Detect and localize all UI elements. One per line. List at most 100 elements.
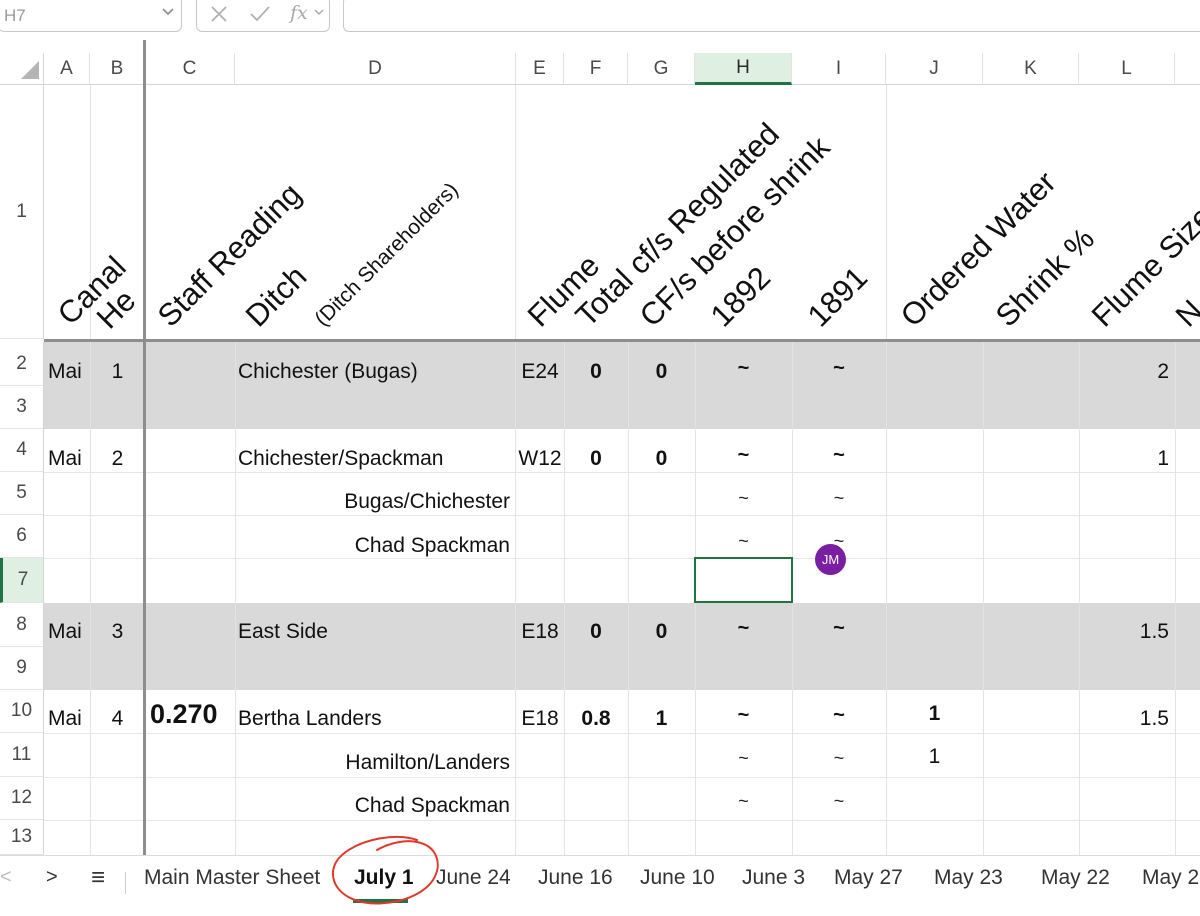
- cell-g4[interactable]: 0: [628, 448, 695, 469]
- cell-g10[interactable]: 1: [628, 708, 695, 729]
- cell-h12[interactable]: ~: [695, 792, 792, 810]
- row-header-11[interactable]: 11: [0, 733, 44, 777]
- column-header-d[interactable]: D: [235, 53, 516, 85]
- cell-l2[interactable]: 2: [1079, 361, 1169, 382]
- tab-june-3[interactable]: June 3: [742, 866, 805, 890]
- cell-b4[interactable]: 2: [90, 448, 145, 469]
- cell-d5[interactable]: Bugas/Chichester: [238, 491, 510, 512]
- column-header-i[interactable]: I: [792, 53, 886, 85]
- row-header-9[interactable]: 9: [0, 647, 44, 690]
- cell-b2[interactable]: 1: [90, 361, 145, 382]
- cell-d4[interactable]: Chichester/Spackman: [238, 448, 443, 469]
- cell-h2[interactable]: ~: [695, 358, 792, 378]
- column-header-a[interactable]: A: [44, 53, 90, 85]
- cell-h6[interactable]: ~: [695, 532, 792, 550]
- cell-l4[interactable]: 1: [1079, 448, 1169, 469]
- select-all-button[interactable]: [0, 53, 44, 85]
- column-header-e[interactable]: E: [516, 53, 564, 85]
- cell-c10-staff-reading[interactable]: 0.270: [150, 701, 218, 728]
- row-header-10[interactable]: 10: [0, 690, 44, 733]
- column-header-j[interactable]: J: [886, 53, 983, 85]
- sheet-menu-icon[interactable]: ≡: [91, 864, 105, 892]
- selected-cell-h7[interactable]: [694, 557, 793, 603]
- cell-f4[interactable]: 0: [564, 448, 628, 469]
- formula-input[interactable]: [343, 0, 1200, 32]
- cell-h10[interactable]: ~: [695, 705, 792, 725]
- tab-may-23[interactable]: May 23: [934, 866, 1003, 890]
- cell-i12[interactable]: ~: [792, 792, 886, 810]
- grid-line: [44, 558, 1200, 559]
- cell-f10[interactable]: 0.8: [564, 708, 628, 729]
- collaborator-avatar[interactable]: JM: [815, 544, 846, 575]
- cell-f2[interactable]: 0: [564, 361, 628, 382]
- cell-h11[interactable]: ~: [695, 749, 792, 767]
- name-box[interactable]: [0, 0, 182, 32]
- cell-g2[interactable]: 0: [628, 361, 695, 382]
- cell-i11[interactable]: ~: [792, 749, 886, 767]
- cell-d6[interactable]: Chad Spackman: [238, 535, 510, 556]
- tab-june-24[interactable]: June 24: [436, 866, 511, 890]
- cell-a4[interactable]: Mai: [48, 448, 82, 469]
- row-header-1[interactable]: 1: [0, 85, 44, 339]
- cell-b10[interactable]: 4: [90, 708, 145, 729]
- cell-b8[interactable]: 3: [90, 621, 145, 642]
- column-header-m[interactable]: [1175, 53, 1200, 85]
- cell-d8[interactable]: East Side: [238, 621, 328, 642]
- cell-e10[interactable]: E18: [516, 708, 564, 729]
- row-header-7[interactable]: 7: [0, 558, 44, 603]
- chevron-down-icon[interactable]: [313, 5, 325, 23]
- cell-a8[interactable]: Mai: [48, 621, 82, 642]
- cell-a2[interactable]: Mai: [48, 361, 82, 382]
- cell-g8[interactable]: 0: [628, 621, 695, 642]
- tab-june-16[interactable]: June 16: [538, 866, 613, 890]
- cell-f8[interactable]: 0: [564, 621, 628, 642]
- row-header-2[interactable]: 2: [0, 342, 44, 386]
- cell-h4[interactable]: ~: [695, 445, 792, 465]
- column-header-c[interactable]: C: [145, 53, 235, 85]
- function-icon[interactable]: fx: [290, 2, 308, 24]
- chevron-down-icon[interactable]: [160, 4, 176, 23]
- tab-may-27[interactable]: May 27: [834, 866, 903, 890]
- confirm-icon[interactable]: [248, 2, 272, 32]
- cell-a10[interactable]: Mai: [48, 708, 82, 729]
- tab-nav-next-icon[interactable]: >: [46, 866, 58, 889]
- cell-d2[interactable]: Chichester (Bugas): [238, 361, 418, 382]
- column-header-l[interactable]: L: [1079, 53, 1175, 85]
- cell-d10[interactable]: Bertha Landers: [238, 708, 382, 729]
- row-header-12[interactable]: 12: [0, 777, 44, 820]
- tab-nav-prev-icon[interactable]: <: [0, 866, 12, 889]
- cell-d12[interactable]: Chad Spackman: [238, 795, 510, 816]
- cell-h8[interactable]: ~: [695, 618, 792, 638]
- tab-june-10[interactable]: June 10: [640, 866, 715, 890]
- cell-i2[interactable]: ~: [792, 358, 886, 378]
- tab-may-2[interactable]: May 2: [1142, 866, 1199, 890]
- column-header-h[interactable]: H: [695, 53, 792, 85]
- tab-may-22[interactable]: May 22: [1041, 866, 1110, 890]
- row-header-3[interactable]: 3: [0, 386, 44, 429]
- tab-main-master-sheet[interactable]: Main Master Sheet: [144, 866, 320, 890]
- column-header-k[interactable]: K: [983, 53, 1079, 85]
- row-header-4[interactable]: 4: [0, 429, 44, 472]
- cell-i8[interactable]: ~: [792, 618, 886, 638]
- row-header-13[interactable]: 13: [0, 820, 44, 855]
- column-header-b[interactable]: B: [90, 53, 145, 85]
- cell-e4[interactable]: W12: [516, 448, 564, 469]
- cell-i4[interactable]: ~: [792, 445, 886, 465]
- cell-e8[interactable]: E18: [516, 621, 564, 642]
- cell-j11[interactable]: 1: [886, 746, 983, 767]
- cell-l10[interactable]: 1.5: [1079, 708, 1169, 729]
- cell-e2[interactable]: E24: [516, 361, 564, 382]
- cell-i10[interactable]: ~: [792, 705, 886, 725]
- cancel-icon[interactable]: [207, 2, 231, 32]
- cell-j10[interactable]: 1: [886, 703, 983, 724]
- row-header-5[interactable]: 5: [0, 472, 44, 515]
- cell-d11[interactable]: Hamilton/Landers: [238, 752, 510, 773]
- cell-l8[interactable]: 1.5: [1079, 621, 1169, 642]
- row-header-8[interactable]: 8: [0, 603, 44, 647]
- cell-h5[interactable]: ~: [695, 489, 792, 507]
- cell-i5[interactable]: ~: [792, 489, 886, 507]
- column-header-f[interactable]: F: [564, 53, 628, 85]
- row-band-8-9: [44, 603, 1200, 690]
- row-header-6[interactable]: 6: [0, 515, 44, 558]
- column-header-g[interactable]: G: [628, 53, 695, 85]
